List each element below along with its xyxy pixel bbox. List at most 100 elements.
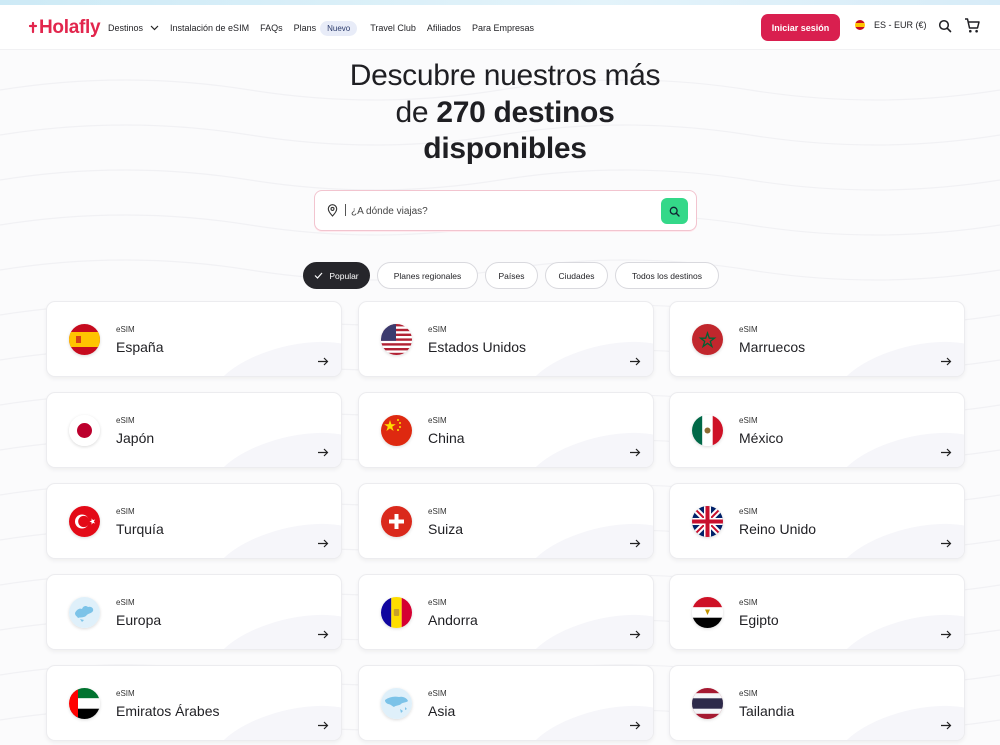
destination-card-japon[interactable]: eSIM Japón (46, 392, 342, 468)
new-badge: Nuevo (320, 20, 358, 36)
check-icon (314, 272, 323, 279)
hero-line-1: Descubre nuestros más (349, 59, 661, 92)
card-type-label: eSIM (739, 325, 758, 334)
destination-card-mexico[interactable]: eSIM México (669, 392, 965, 468)
destination-card-europa[interactable]: eSIM Europa (46, 574, 342, 650)
card-type-label: eSIM (116, 598, 135, 607)
card-type-label: eSIM (116, 325, 135, 334)
destination-card-egipto[interactable]: eSIM Egipto (669, 574, 965, 650)
card-destination-name: Marruecos (739, 339, 806, 355)
card-type-label: eSIM (116, 416, 135, 425)
card-type-label: eSIM (739, 416, 758, 425)
holafly-logo[interactable]: Holafly (28, 17, 101, 39)
language-currency-label: ES - EUR (€) (874, 20, 927, 30)
search-submit-button[interactable] (661, 198, 688, 224)
login-button[interactable]: Iniciar sesión (761, 14, 840, 41)
site-header: Holafly Destinos Instalación de eSIM FAQ… (0, 5, 1000, 50)
filter-ciudades[interactable]: Ciudades (545, 262, 608, 289)
nav-destinos[interactable]: Destinos (108, 23, 159, 33)
card-type-label: eSIM (739, 507, 758, 516)
destination-card-suiza[interactable]: eSIM Suiza (358, 483, 654, 559)
card-type-label: eSIM (739, 689, 758, 698)
uae-flag (69, 688, 100, 719)
filter-paises[interactable]: Países (485, 262, 538, 289)
hero-line-2-bold: 270 destinos (436, 95, 615, 129)
search-divider (345, 204, 346, 216)
destination-card-andorra[interactable]: eSIM Andorra (358, 574, 654, 650)
card-destination-name: Tailandia (739, 703, 795, 719)
arrow-right-icon (941, 630, 952, 639)
filter-todos-los-destinos[interactable]: Todos los destinos (615, 262, 719, 289)
cart-icon[interactable] (964, 17, 981, 34)
arrow-right-icon (630, 357, 641, 366)
destination-search (314, 190, 697, 231)
china-flag (381, 415, 412, 446)
nav-travel-club[interactable]: Travel Club (370, 23, 416, 33)
destination-card-tailandia[interactable]: eSIM Tailandia (669, 665, 965, 741)
switzerland-flag (381, 506, 412, 537)
card-type-label: eSIM (428, 416, 447, 425)
location-pin-icon (327, 204, 338, 217)
nav-afiliados[interactable]: Afiliados (427, 23, 461, 33)
card-destination-name: España (116, 339, 164, 355)
destination-card-emiratos-arabes[interactable]: eSIM Emiratos Árabes (46, 665, 342, 741)
card-destination-name: Europa (116, 612, 162, 628)
japan-flag (69, 415, 100, 446)
arrow-right-icon (941, 448, 952, 457)
destination-card-reino-unido[interactable]: eSIM Reino Unido (669, 483, 965, 559)
asia-map-icon (381, 688, 412, 719)
destination-card-asia[interactable]: eSIM Asia (358, 665, 654, 741)
filter-popular-label: Popular (329, 270, 359, 281)
destination-card-china[interactable]: eSIM China (358, 392, 654, 468)
filter-popular[interactable]: Popular (303, 262, 370, 289)
card-type-label: eSIM (116, 507, 135, 516)
card-type-label: eSIM (116, 689, 135, 698)
card-destination-name: Japón (116, 430, 155, 446)
andorra-flag (381, 597, 412, 628)
destination-card-espana[interactable]: eSIM España (46, 301, 342, 377)
arrow-right-icon (318, 630, 329, 639)
card-type-label: eSIM (428, 598, 447, 607)
nav-instalacion[interactable]: Instalación de eSIM (170, 23, 249, 33)
card-destination-name: Reino Unido (739, 521, 817, 537)
destination-card-marruecos[interactable]: eSIM Marruecos (669, 301, 965, 377)
card-type-label: eSIM (428, 689, 447, 698)
card-type-label: eSIM (739, 598, 758, 607)
search-icon[interactable] (938, 19, 952, 33)
chevron-down-icon (150, 25, 159, 31)
card-destination-name: México (739, 430, 784, 446)
card-destination-name: China (428, 430, 465, 446)
filter-planes-regionales[interactable]: Planes regionales (377, 262, 478, 289)
search-input[interactable] (351, 201, 651, 221)
card-destination-name: Asia (428, 703, 456, 719)
usa-flag (381, 324, 412, 355)
arrow-right-icon (941, 721, 952, 730)
thailand-flag (692, 688, 723, 719)
arrow-right-icon (630, 630, 641, 639)
nav-plans[interactable]: Plans (294, 23, 317, 33)
arrow-right-icon (318, 721, 329, 730)
nav-empresas[interactable]: Para Empresas (472, 23, 534, 33)
europe-map-icon (69, 597, 100, 628)
mexico-flag (692, 415, 723, 446)
search-icon (669, 206, 680, 217)
hero-title: Descubre nuestros más de 270 destinos di… (300, 58, 710, 168)
nav-faqs[interactable]: FAQs (260, 23, 283, 33)
spain-flag-icon (855, 20, 865, 30)
arrow-right-icon (941, 357, 952, 366)
uk-flag (692, 506, 723, 537)
morocco-flag (692, 324, 723, 355)
nav-destinos-label: Destinos (108, 23, 144, 33)
hero-line-3: disponibles (423, 132, 587, 165)
destination-card-estados-unidos[interactable]: eSIM Estados Unidos (358, 301, 654, 377)
card-type-label: eSIM (428, 507, 447, 516)
logo-text: Holafly (39, 17, 101, 38)
card-destination-name: Estados Unidos (428, 339, 527, 355)
spain-flag (69, 324, 100, 355)
language-currency-selector[interactable]: ES - EUR (€) (855, 20, 927, 30)
main-nav: Destinos Instalación de eSIM FAQs Plans … (108, 15, 545, 41)
logo-mark-icon (28, 22, 38, 34)
destination-card-turquia[interactable]: eSIM Turquía (46, 483, 342, 559)
arrow-right-icon (318, 448, 329, 457)
arrow-right-icon (630, 721, 641, 730)
